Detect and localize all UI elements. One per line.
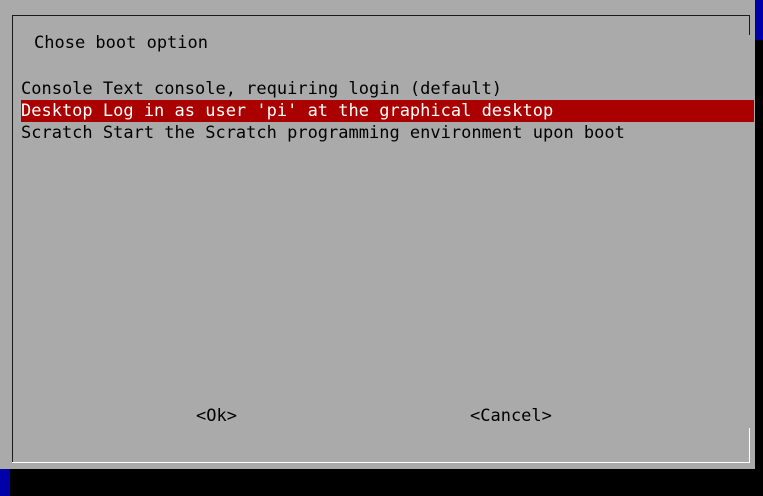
menu-item-console[interactable]: Console Text console, requiring login (d… [21,78,754,100]
menu-item-scratch[interactable]: Scratch Start the Scratch programming en… [21,122,754,144]
dialog-shadow-right [755,40,763,496]
frame-left-border [12,15,13,463]
frame-bottom-right-border [749,428,750,463]
cancel-button[interactable]: <Cancel> [470,405,552,427]
ok-button[interactable]: <Ok> [196,405,237,427]
frame-top-right-border [749,15,750,35]
boot-option-menu: Console Text console, requiring login (d… [21,78,754,144]
boot-option-dialog: Chose boot option Console Text console, … [0,0,755,469]
dialog-shadow-bottom [10,469,763,496]
frame-bottom-border [12,462,750,463]
dialog-title: Chose boot option [34,33,208,53]
frame-top-border [12,15,750,16]
menu-item-desktop[interactable]: Desktop Log in as user 'pi' at the graph… [21,100,754,122]
